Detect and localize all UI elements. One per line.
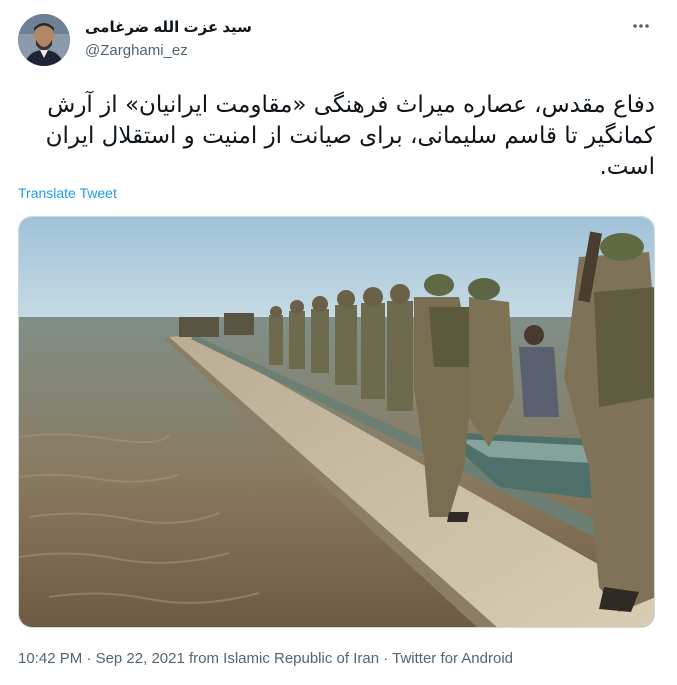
separator: · xyxy=(379,650,393,667)
soldiers-on-causeway-photo xyxy=(19,217,654,627)
tweet-metadata: 10:42 PM · Sep 22, 2021 from Islamic Rep… xyxy=(18,650,513,667)
more-horizontal-icon xyxy=(631,16,651,41)
tweet-media-photo[interactable] xyxy=(18,216,655,628)
tweet-text: دفاع مقدس، عصاره میراث فرهنگی «مقاومت ای… xyxy=(45,92,655,180)
tweet-source[interactable]: Twitter for Android xyxy=(392,650,513,667)
avatar-photo xyxy=(18,14,70,66)
tweet-date[interactable]: Sep 22, 2021 xyxy=(96,650,185,667)
author-display-name[interactable]: سید عزت الله ضرغامی xyxy=(85,18,252,36)
more-options-button[interactable] xyxy=(629,16,653,40)
tweet-time[interactable]: 10:42 PM xyxy=(18,650,82,667)
author-handle[interactable]: @Zarghami_ez xyxy=(85,42,188,59)
separator: · xyxy=(82,650,96,667)
translate-tweet-link[interactable]: Translate Tweet xyxy=(18,185,117,201)
avatar[interactable] xyxy=(18,14,70,66)
tweet-location[interactable]: from Islamic Republic of Iran xyxy=(185,650,379,667)
